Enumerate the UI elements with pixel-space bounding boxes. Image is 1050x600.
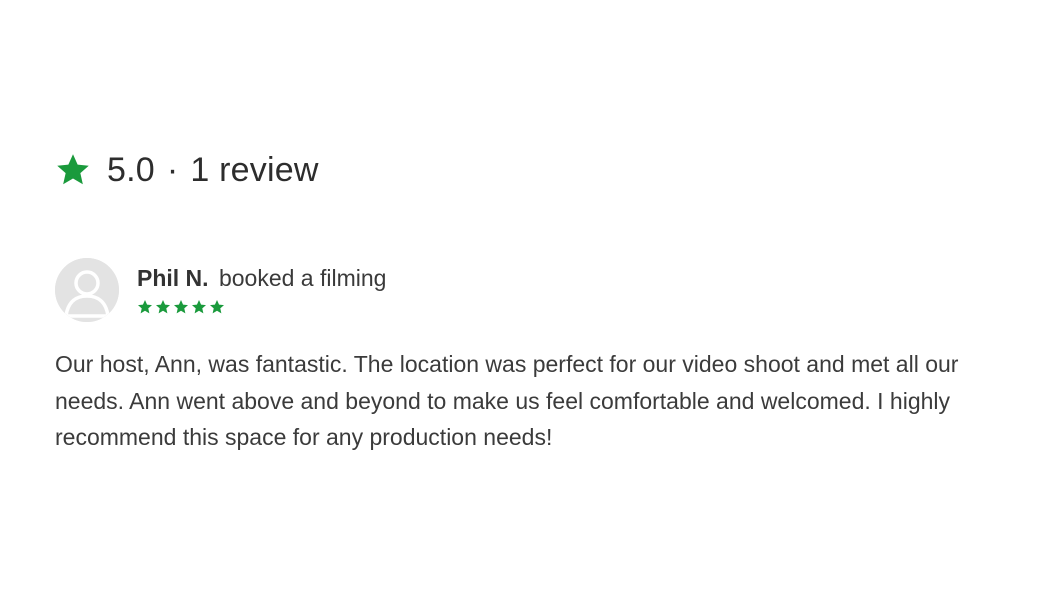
- reviewer-name[interactable]: Phil N.: [137, 265, 209, 291]
- star-icon: [155, 299, 171, 315]
- star-icon: [55, 152, 91, 188]
- review-item: Phil N. booked a filming Our host, Ann, …: [55, 258, 1005, 479]
- reviewer-line: Phil N. booked a filming: [137, 263, 386, 293]
- star-icon: [191, 299, 207, 315]
- review-count: 1 review: [190, 150, 319, 189]
- rating-value: 5.0: [107, 150, 155, 189]
- star-icon: [209, 299, 225, 315]
- rating-summary: 5.0 · 1 review: [55, 148, 319, 192]
- review-header: Phil N. booked a filming: [55, 258, 1005, 322]
- review-text: Our host, Ann, was fantastic. The locati…: [55, 351, 959, 450]
- reviewer-action: booked a filming: [218, 265, 387, 291]
- user-avatar-icon[interactable]: [55, 258, 119, 322]
- review-star-rating: [137, 299, 386, 315]
- rating-summary-text: 5.0 · 1 review: [107, 151, 319, 190]
- reviewer-info: Phil N. booked a filming: [137, 258, 386, 315]
- star-icon: [137, 299, 153, 315]
- star-icon: [173, 299, 189, 315]
- rating-separator: ·: [166, 150, 179, 189]
